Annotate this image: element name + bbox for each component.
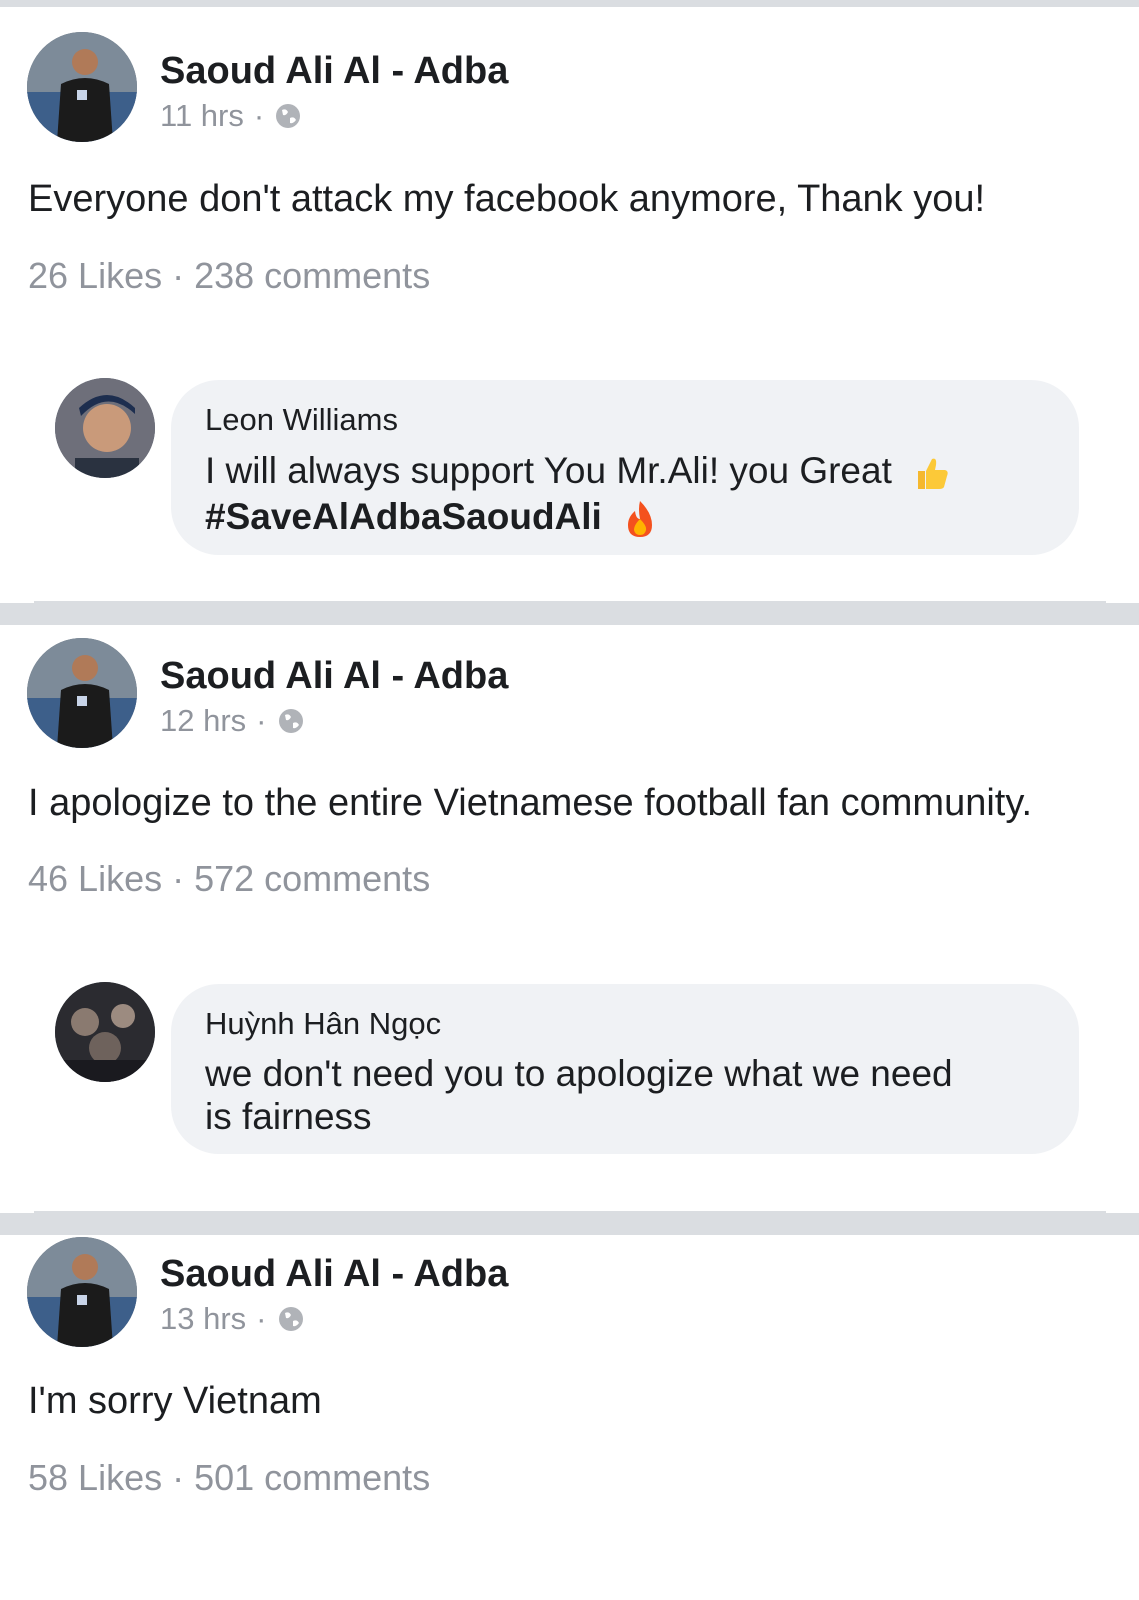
post-meta: 11 hrs · — [160, 98, 302, 134]
author-avatar[interactable] — [27, 32, 137, 142]
post-separator — [0, 1213, 1139, 1235]
post-separator — [0, 603, 1139, 625]
commenter-name[interactable]: Leon Williams — [205, 400, 1045, 440]
globe-icon — [278, 709, 303, 733]
meta-dot: · — [256, 703, 267, 738]
post-meta: 13 hrs · — [160, 1301, 305, 1337]
commenter-avatar[interactable] — [55, 982, 155, 1082]
globe-icon — [278, 1307, 303, 1331]
comment-line: is fairness — [205, 1096, 372, 1137]
post-stats[interactable]: 46 Likes · 572 comments — [28, 858, 430, 900]
referee-photo — [27, 1237, 137, 1347]
comment-bubble[interactable]: Huỳnh Hân Ngọc we don't need you to apol… — [171, 984, 1079, 1154]
comment-bubble[interactable]: Leon Williams I will always support You … — [171, 380, 1079, 555]
globe-icon — [276, 104, 301, 128]
meta-dot: · — [256, 1301, 267, 1336]
post-text: Everyone don't attack my facebook anymor… — [28, 178, 986, 220]
post-time[interactable]: 13 hrs — [160, 1301, 246, 1337]
comment-line: I will always support You Mr.Ali! you Gr… — [205, 450, 892, 491]
author-name[interactable]: Saoud Ali Al - Adba — [160, 1253, 508, 1296]
post-time[interactable]: 12 hrs — [160, 703, 246, 739]
referee-photo — [27, 638, 137, 748]
post-stats[interactable]: 26 Likes · 238 comments — [28, 255, 430, 297]
post-meta: 12 hrs · — [160, 703, 305, 739]
author-avatar[interactable] — [27, 638, 137, 748]
post-text: I apologize to the entire Vietnamese foo… — [28, 782, 1033, 824]
post-time[interactable]: 11 hrs — [160, 98, 244, 134]
commenter-avatar[interactable] — [55, 378, 155, 478]
post-text: I'm sorry Vietnam — [28, 1380, 322, 1422]
author-name[interactable]: Saoud Ali Al - Adba — [160, 50, 508, 93]
thumbs-up-emoji — [918, 458, 948, 490]
comment-text: I will always support You Mr.Ali! you Gr… — [205, 448, 1045, 540]
author-avatar[interactable] — [27, 1237, 137, 1347]
meta-dot: · — [253, 98, 265, 133]
comment-hashtag[interactable]: #SaveAlAdbaSaoudAli — [205, 496, 602, 537]
fire-emoji — [628, 501, 653, 538]
referee-photo — [27, 32, 137, 142]
comment-text: we don't need you to apologize what we n… — [205, 1052, 1045, 1138]
commenter-name[interactable]: Huỳnh Hân Ngọc — [205, 1004, 1045, 1044]
author-name[interactable]: Saoud Ali Al - Adba — [160, 655, 508, 698]
post-stats[interactable]: 58 Likes · 501 comments — [28, 1457, 430, 1499]
comment-line: we don't need you to apologize what we n… — [205, 1053, 953, 1094]
commenter-photo — [55, 378, 155, 478]
top-divider — [0, 0, 1139, 7]
commenter-photo — [55, 982, 155, 1082]
